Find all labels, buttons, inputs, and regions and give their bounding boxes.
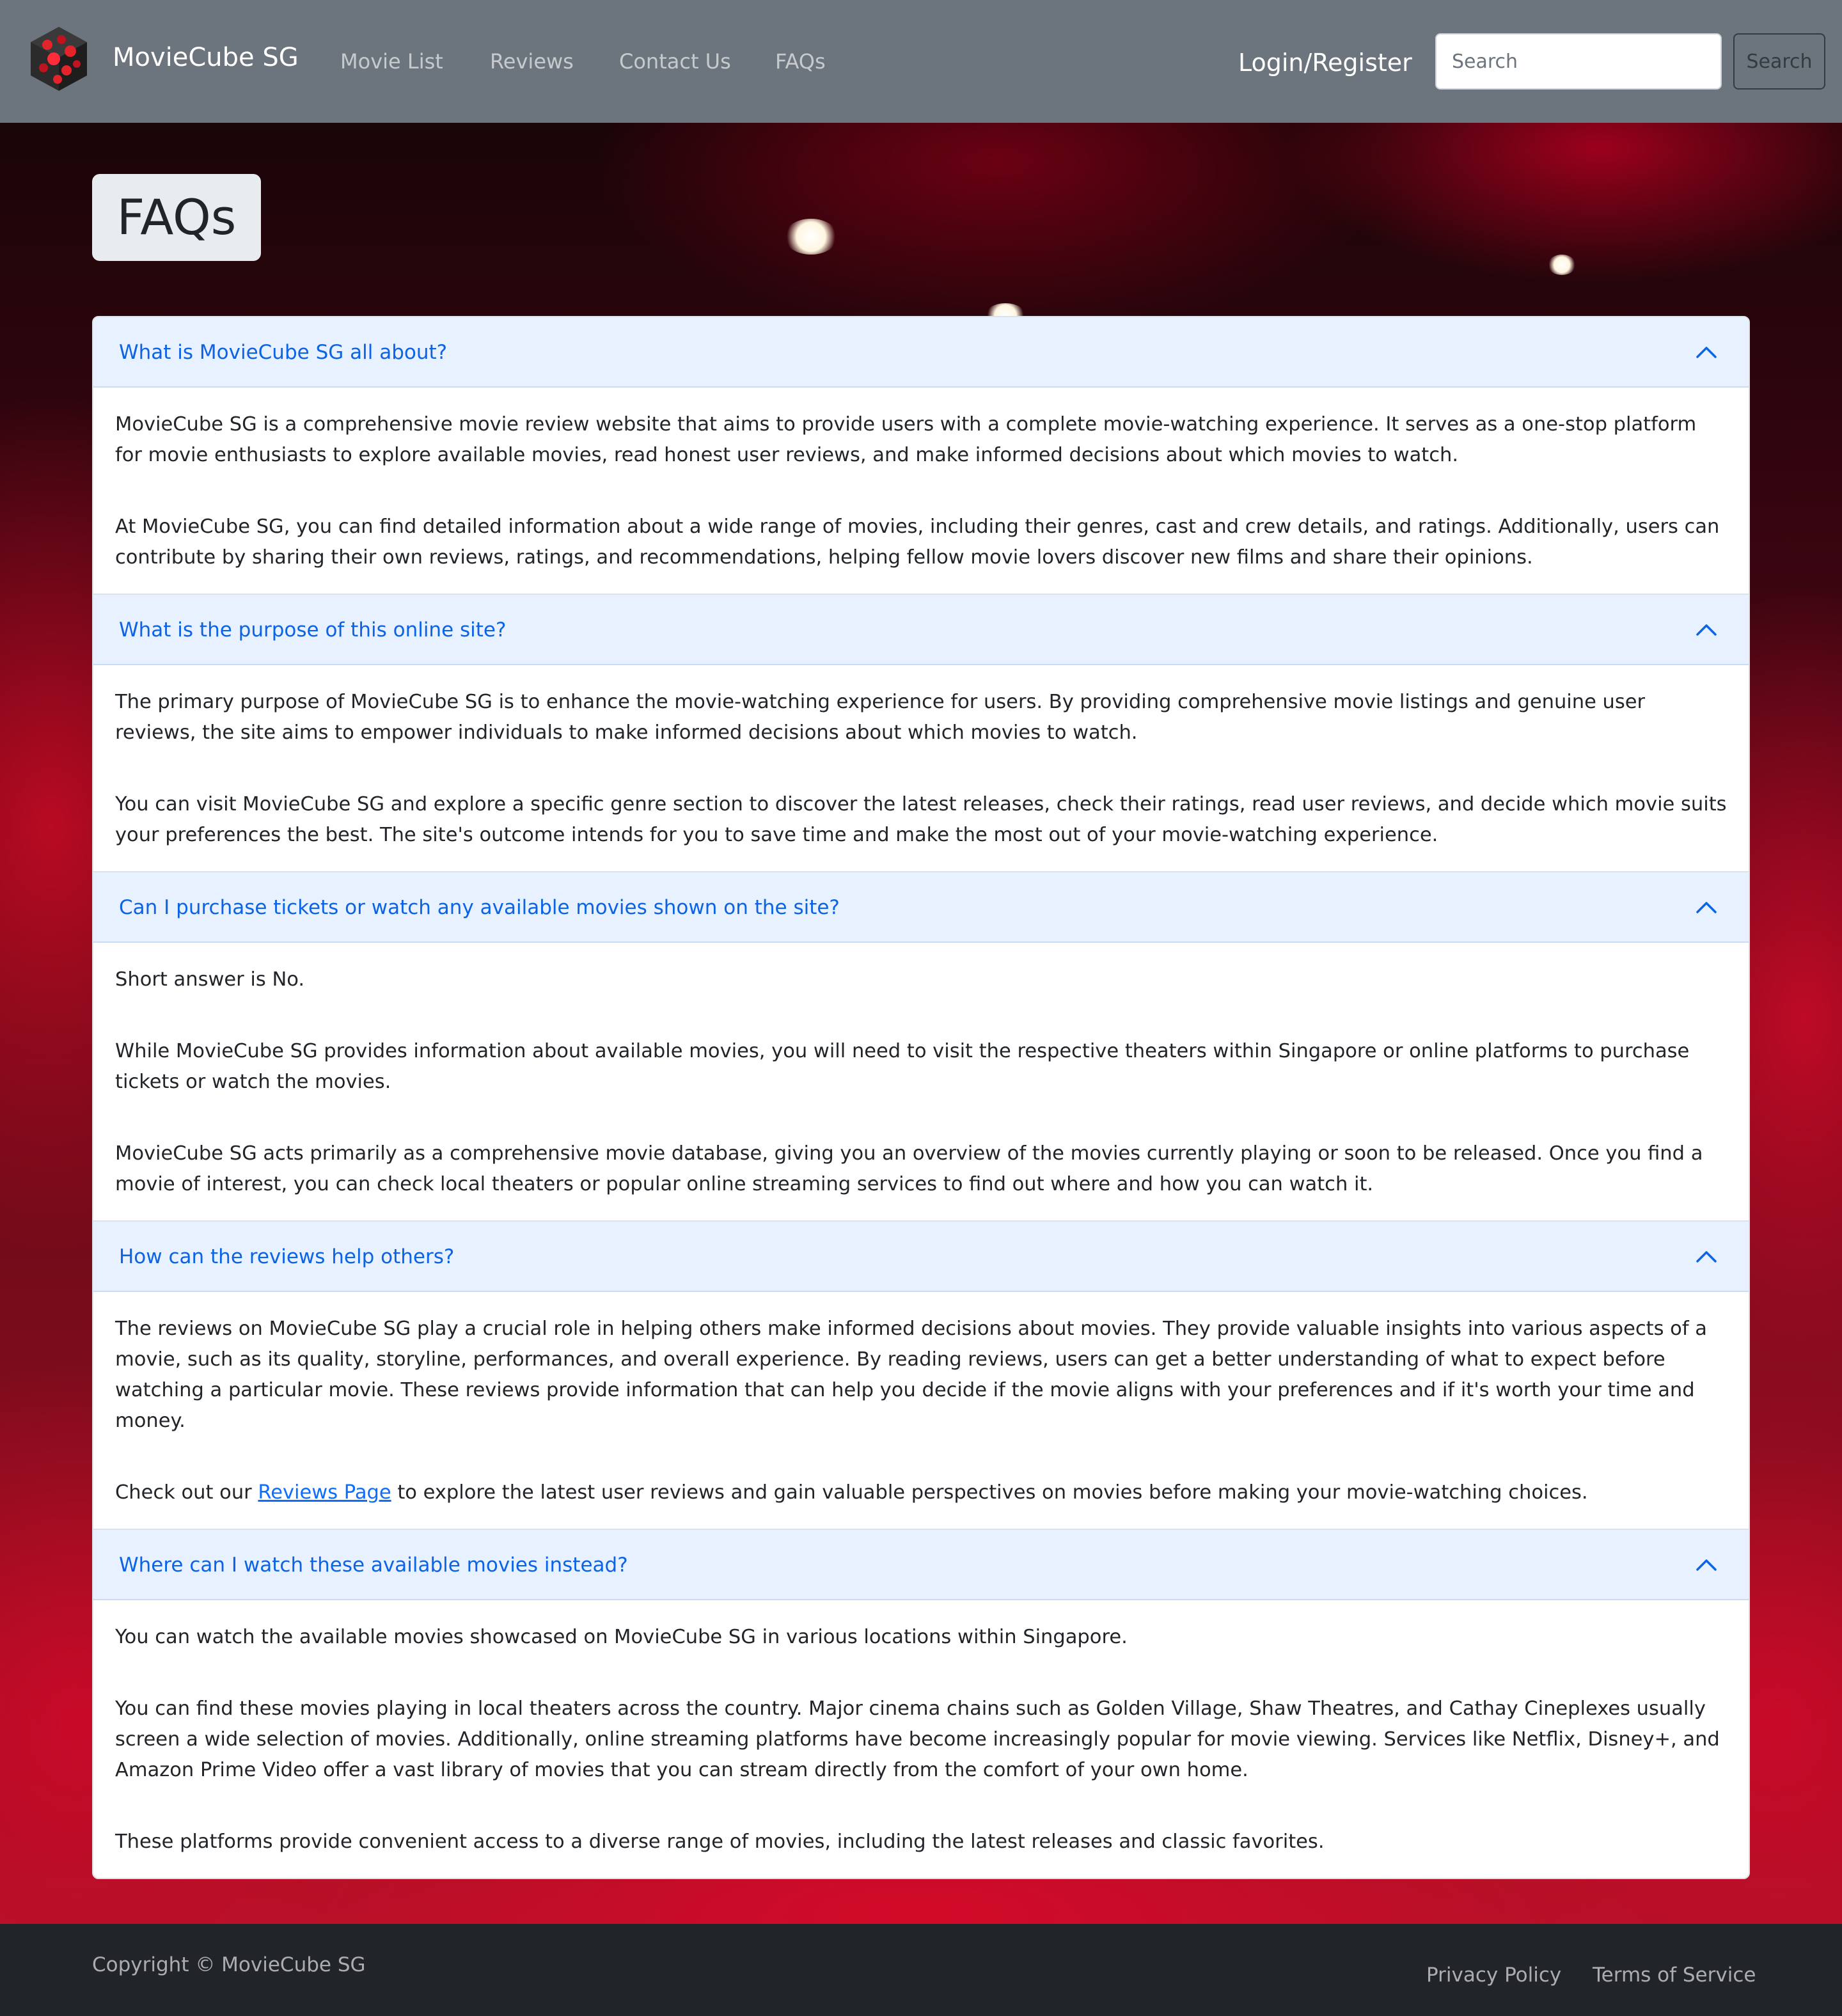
faq-question-button[interactable]: Where can I watch these available movies… [93, 1530, 1749, 1600]
faq-answer-paragraph: While MovieCube SG provides information … [115, 1040, 1690, 1093]
terms-of-service-link[interactable]: Terms of Service [1593, 1960, 1756, 1990]
faq-item: Can I purchase tickets or watch any avai… [93, 871, 1749, 1220]
faq-item: How can the reviews help others? The rev… [93, 1220, 1749, 1529]
brand-name[interactable]: MovieCube SG [113, 40, 299, 75]
faq-question: What is the purpose of this online site? [119, 618, 507, 642]
faq-question: How can the reviews help others? [119, 1245, 455, 1268]
copyright-text: Copyright © MovieCube SG [92, 1953, 366, 1976]
search-button[interactable]: Search [1733, 33, 1825, 90]
link-paragraph-after: to explore the latest user reviews and g… [391, 1481, 1588, 1504]
faq-answer: MovieCube SG is a comprehensive movie re… [93, 388, 1749, 594]
chevron-up-icon [1696, 1559, 1717, 1571]
nav-link-faqs[interactable]: FAQs [775, 46, 826, 77]
faq-answer: The primary purpose of MovieCube SG is t… [93, 665, 1749, 871]
faq-answer-paragraph: MovieCube SG is a comprehensive movie re… [115, 413, 1697, 466]
faq-question-button[interactable]: What is the purpose of this online site? [93, 595, 1749, 665]
privacy-policy-link[interactable]: Privacy Policy [1426, 1960, 1561, 1990]
faq-answer-paragraph: You can watch the available movies showc… [115, 1626, 1128, 1648]
chevron-up-icon [1696, 902, 1717, 913]
chevron-up-icon [1696, 347, 1717, 358]
faq-answer: The reviews on MovieCube SG play a cruci… [93, 1292, 1749, 1529]
faq-item: What is the purpose of this online site?… [93, 594, 1749, 871]
nav-link-contact-us[interactable]: Contact Us [619, 46, 731, 77]
faq-question: What is MovieCube SG all about? [119, 341, 448, 364]
faq-answer: You can watch the available movies showc… [93, 1600, 1749, 1878]
faq-answer-paragraph: The reviews on MovieCube SG play a cruci… [115, 1318, 1707, 1432]
login-register-link[interactable]: Login/Register [1238, 45, 1412, 81]
faq-answer-link-paragraph: Check out our Reviews Page to explore th… [115, 1477, 1727, 1508]
faq-item: Where can I watch these available movies… [93, 1529, 1749, 1878]
faq-question-button[interactable]: What is MovieCube SG all about? [93, 317, 1749, 388]
faq-question-button[interactable]: How can the reviews help others? [93, 1222, 1749, 1292]
nav-link-reviews[interactable]: Reviews [490, 46, 574, 77]
moviecube-logo-icon[interactable] [28, 26, 90, 92]
faq-answer: Short answer is No. While MovieCube SG p… [93, 943, 1749, 1220]
faq-answer-paragraph: The primary purpose of MovieCube SG is t… [115, 691, 1646, 744]
nav-link-movie-list[interactable]: Movie List [340, 46, 443, 77]
faq-answer-paragraph: You can visit MovieCube SG and explore a… [115, 793, 1727, 846]
faq-question: Where can I watch these available movies… [119, 1554, 628, 1577]
faq-item: What is MovieCube SG all about? MovieCub… [93, 317, 1749, 594]
navbar: MovieCube SG Movie List Reviews Contact … [0, 0, 1842, 123]
page-title: FAQs [116, 189, 237, 246]
chevron-up-icon [1696, 624, 1717, 636]
faq-answer-paragraph: At MovieCube SG, you can find detailed i… [115, 516, 1720, 569]
faq-question: Can I purchase tickets or watch any avai… [119, 896, 840, 919]
search-input[interactable] [1435, 33, 1722, 90]
link-paragraph-before: Check out our [115, 1481, 258, 1504]
ceiling-light [784, 219, 838, 255]
faq-question-button[interactable]: Can I purchase tickets or watch any avai… [93, 872, 1749, 943]
faq-answer-paragraph: You can find these movies playing in loc… [115, 1697, 1720, 1781]
faq-answer-paragraph: These platforms provide convenient acces… [115, 1831, 1325, 1853]
page-title-box: FAQs [92, 174, 261, 261]
faq-accordion: What is MovieCube SG all about? MovieCub… [92, 316, 1750, 1879]
ceiling-light [1548, 255, 1576, 275]
faq-answer-paragraph: MovieCube SG acts primarily as a compreh… [115, 1142, 1703, 1195]
faq-answer-paragraph: Short answer is No. [115, 968, 305, 991]
chevron-up-icon [1696, 1251, 1717, 1263]
reviews-page-link[interactable]: Reviews Page [258, 1481, 391, 1504]
footer: Copyright © MovieCube SG Privacy Policy … [0, 1924, 1842, 2016]
